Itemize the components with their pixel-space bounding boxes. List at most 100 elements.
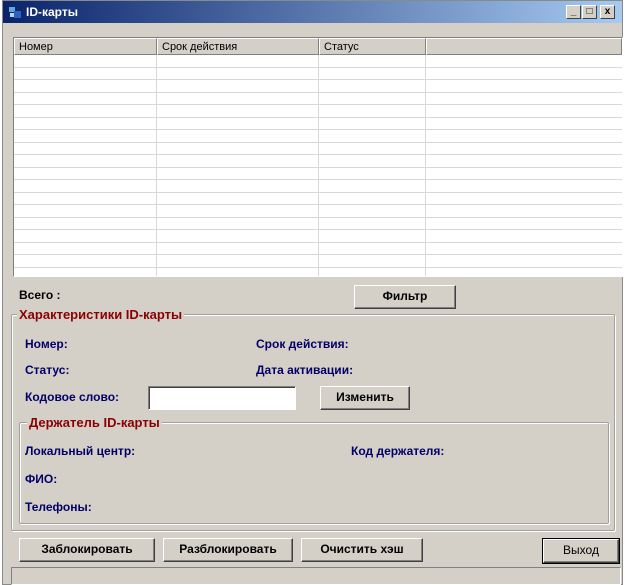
table-cell[interactable] [157,167,319,179]
table-cell[interactable] [319,230,426,242]
table-cell[interactable] [157,267,319,276]
table-cell[interactable] [157,130,319,142]
table-row[interactable] [14,142,622,155]
table-cell[interactable] [157,230,319,242]
table-cell[interactable] [14,230,157,242]
table-cell[interactable] [14,205,157,217]
table-cell[interactable] [14,180,157,192]
table-cell[interactable] [157,255,319,267]
table-cell[interactable] [157,205,319,217]
close-button[interactable]: x [600,5,615,19]
table-row[interactable] [14,267,622,276]
local-center-label: Локальный центр: [25,444,136,458]
phones-label: Телефоны: [25,500,92,514]
table-row[interactable] [14,105,622,118]
column-header-expiry[interactable]: Срок действия [157,38,319,55]
table-cell[interactable] [14,55,157,67]
table-cell[interactable] [157,242,319,254]
table-cell[interactable] [319,142,426,154]
table-cell[interactable] [157,192,319,204]
table-row[interactable] [14,117,622,130]
table-cell[interactable] [319,217,426,229]
id-cards-window: ID-карты _ □ x Номер Срок действия Стату… [2,0,623,585]
table-row[interactable] [14,67,622,80]
filter-button[interactable]: Фильтр [354,285,456,309]
change-codeword-button[interactable]: Изменить [320,386,410,410]
table-cell[interactable] [14,130,157,142]
column-header-number[interactable]: Номер [14,38,157,55]
table-cell[interactable] [14,167,157,179]
table-body[interactable] [14,55,622,276]
app-icon [9,7,21,18]
column-header-status[interactable]: Статус [319,38,426,55]
table-cell[interactable] [319,255,426,267]
block-button[interactable]: Заблокировать [19,538,155,562]
table-cell[interactable] [319,180,426,192]
table-row[interactable] [14,180,622,193]
table-cell[interactable] [319,117,426,129]
holder-code-label: Код держателя: [351,444,445,458]
title-bar[interactable]: ID-карты _ □ x [3,1,622,23]
exit-button[interactable]: Выход [542,538,620,564]
table-cell[interactable] [319,167,426,179]
table-cell[interactable] [157,217,319,229]
unblock-button[interactable]: Разблокировать [163,538,293,562]
table-cell[interactable] [319,92,426,104]
table-row[interactable] [14,230,622,243]
column-header-empty[interactable] [426,38,622,55]
table-cell[interactable] [319,155,426,167]
table-row[interactable] [14,217,622,230]
table-cell[interactable] [14,80,157,92]
table-row[interactable] [14,167,622,180]
table-row[interactable] [14,242,622,255]
number-label: Номер: [25,337,68,351]
fio-label: ФИО: [25,472,58,486]
table-cell[interactable] [319,267,426,276]
table-cell[interactable] [157,80,319,92]
table-cell[interactable] [157,142,319,154]
table-cell[interactable] [319,55,426,67]
minimize-button[interactable]: _ [566,5,581,19]
table-cell[interactable] [319,105,426,117]
table-cell[interactable] [319,130,426,142]
status-bar [11,567,621,585]
clear-cache-button[interactable]: Очистить хэш [301,538,423,562]
table-cell[interactable] [14,117,157,129]
table-row[interactable] [14,80,622,93]
table-cell[interactable] [157,155,319,167]
table-row[interactable] [14,192,622,205]
table-cell[interactable] [14,67,157,79]
table-cell[interactable] [157,117,319,129]
table-row[interactable] [14,205,622,218]
table-cell[interactable] [14,217,157,229]
table-cell[interactable] [157,92,319,104]
table-row[interactable] [14,130,622,143]
table-cell[interactable] [157,55,319,67]
table-cell[interactable] [157,105,319,117]
maximize-button[interactable]: □ [582,5,597,19]
codeword-input[interactable] [148,386,296,410]
table-cell[interactable] [319,205,426,217]
table-cell[interactable] [14,255,157,267]
table-cell[interactable] [319,80,426,92]
table-cell[interactable] [14,267,157,276]
table-cell[interactable] [14,192,157,204]
table-row[interactable] [14,155,622,168]
table-row[interactable] [14,55,622,68]
codeword-label: Кодовое слово: [25,390,120,404]
table-cell[interactable] [14,242,157,254]
table-cell[interactable] [319,67,426,79]
cards-table[interactable]: Номер Срок действия Статус [13,37,623,277]
table-row[interactable] [14,92,622,105]
table-cell[interactable] [319,242,426,254]
holder-group [19,422,609,524]
table-cell[interactable] [319,192,426,204]
table-cell[interactable] [14,92,157,104]
table-cell[interactable] [14,105,157,117]
table-cell[interactable] [157,180,319,192]
window-title: ID-карты [26,5,78,19]
table-cell[interactable] [14,155,157,167]
table-cell[interactable] [14,142,157,154]
table-row[interactable] [14,255,622,268]
table-cell[interactable] [157,67,319,79]
